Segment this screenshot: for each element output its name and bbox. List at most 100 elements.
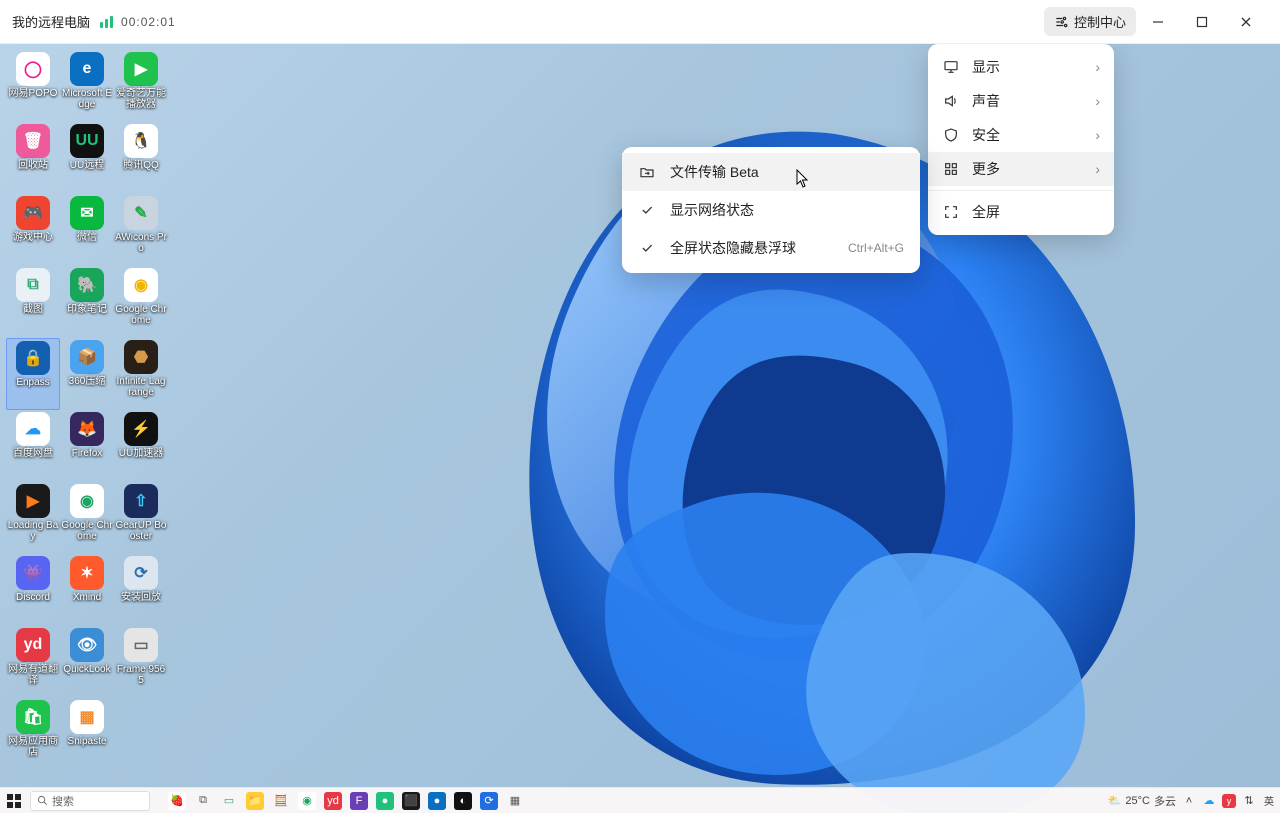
submenu-shortcut: Ctrl+Alt+G <box>848 241 904 255</box>
control-center-button[interactable]: 控制中心 <box>1044 7 1136 36</box>
desktop-icon-label: 网易应用商店 <box>7 736 59 758</box>
taskbar-app-icon[interactable]: 🧮 <box>272 792 290 810</box>
taskbar-app-icon[interactable]: ▭ <box>220 792 238 810</box>
desktop-icon[interactable]: ◉Google Chrome <box>114 266 168 338</box>
desktop-icon-label: 爱奇艺万能播放器 <box>115 88 167 110</box>
desktop-icon[interactable]: ⧉截图 <box>6 266 60 338</box>
app-icon: e <box>70 52 104 86</box>
app-icon: ▶ <box>16 484 50 518</box>
session-timer: 00:02:01 <box>121 15 176 29</box>
tray-ime-icon[interactable]: 英 <box>1262 794 1276 808</box>
taskbar-app-icon[interactable]: ⬛ <box>402 792 420 810</box>
desktop-icon-label: Infinite Lagrange <box>115 376 167 398</box>
system-tray: ⛅ 25°C 多云 ˄ ☁ y ⇅ 英 <box>1108 793 1276 809</box>
folder-transfer-icon <box>638 164 656 180</box>
app-icon: 🛍 <box>16 700 50 734</box>
chevron-right-icon: › <box>1095 93 1100 109</box>
control-menu-item[interactable]: 全屏 <box>928 195 1114 229</box>
taskbar-app-icon[interactable]: 📁 <box>246 792 264 810</box>
submenu-item[interactable]: 显示网络状态 <box>622 191 920 229</box>
control-menu-item[interactable]: 更多› <box>928 152 1114 186</box>
minimize-button[interactable] <box>1136 6 1180 38</box>
desktop-icon[interactable]: eMicrosoft Edge <box>60 50 114 122</box>
desktop-icon[interactable]: ✉微信 <box>60 194 114 266</box>
desktop-icon[interactable]: 📦360压缩 <box>60 338 114 410</box>
check-icon <box>638 241 656 255</box>
app-icon: yd <box>16 628 50 662</box>
control-menu-item[interactable]: 显示› <box>928 50 1114 84</box>
taskbar-search[interactable]: 搜索 <box>30 791 150 811</box>
maximize-button[interactable] <box>1180 6 1224 38</box>
weather-widget[interactable]: ⛅ 25°C 多云 <box>1108 793 1176 809</box>
tray-network-icon[interactable]: ⇅ <box>1242 794 1256 808</box>
control-menu-label: 全屏 <box>972 202 1000 222</box>
desktop-icon[interactable]: ▭Frame 9565 <box>114 626 168 698</box>
app-icon: ◉ <box>70 484 104 518</box>
desktop-icon[interactable]: ▶爱奇艺万能播放器 <box>114 50 168 122</box>
taskbar-app-icon[interactable]: ▦ <box>506 792 524 810</box>
control-menu-item[interactable]: 安全› <box>928 118 1114 152</box>
desktop-icon[interactable]: UUUU远程 <box>60 122 114 194</box>
taskbar-app-icon[interactable]: ⟳ <box>480 792 498 810</box>
desktop-icon[interactable]: 🐧腾讯QQ <box>114 122 168 194</box>
taskbar-app-icon[interactable]: 🍓 <box>168 792 186 810</box>
desktop-icon[interactable]: 👾Discord <box>6 554 60 626</box>
start-button[interactable] <box>4 791 24 811</box>
tray-app-icon[interactable]: y <box>1222 794 1236 808</box>
desktop-icon[interactable]: ⚡UU加速器 <box>114 410 168 482</box>
submenu-item[interactable]: 文件传输 Beta <box>622 153 920 191</box>
taskbar: 搜索 🍓 ⧉ ▭ 📁 🧮 ◉ yd F ● ⬛ ● ◐ ⟳ ▦ ⛅ 25°C 多云 ˄ ☁ y ⇅ 英 <box>0 787 1280 813</box>
desktop-icon-label: GearUP Booster <box>115 520 167 542</box>
titlebar: 我的远程电脑 00:02:01 控制中心 <box>0 0 1280 44</box>
remote-desktop[interactable]: ◯网易POPOeMicrosoft Edge▶爱奇艺万能播放器🗑回收站UUUU远… <box>0 44 1280 813</box>
tray-chevron-icon[interactable]: ˄ <box>1182 794 1196 808</box>
tray-onedrive-icon[interactable]: ☁ <box>1202 794 1216 808</box>
desktop-icon[interactable]: ◯ 网易POPO <box>6 50 60 122</box>
desktop-icon[interactable]: ☁百度网盘 <box>6 410 60 482</box>
app-icon: 🗑 <box>16 124 50 158</box>
app-icon: ▶ <box>124 52 158 86</box>
desktop-icon[interactable]: yd网易有道翻译 <box>6 626 60 698</box>
app-icon: 👾 <box>16 556 50 590</box>
app-icon: 📦 <box>70 340 104 374</box>
desktop-icon-label: 网易POPO <box>9 88 58 99</box>
close-button[interactable] <box>1224 6 1268 38</box>
app-icon: ▭ <box>124 628 158 662</box>
desktop-icon[interactable]: ◉Google Chrome <box>60 482 114 554</box>
desktop-icon[interactable]: ⟳安装回放 <box>114 554 168 626</box>
desktop-icon[interactable]: 🛍网易应用商店 <box>6 698 60 770</box>
taskbar-app-icon[interactable]: ● <box>376 792 394 810</box>
desktop-icon[interactable]: 🎮游戏中心 <box>6 194 60 266</box>
taskbar-app-icon[interactable]: F <box>350 792 368 810</box>
desktop-icon[interactable]: 🗑回收站 <box>6 122 60 194</box>
desktop-icon[interactable]: ⇧GearUP Booster <box>114 482 168 554</box>
desktop-icon[interactable]: 👁QuickLook <box>60 626 114 698</box>
desktop-icon[interactable]: ⬣Infinite Lagrange <box>114 338 168 410</box>
control-menu-label: 声音 <box>972 91 1000 111</box>
desktop-icon[interactable]: 🦊Firefox <box>60 410 114 482</box>
monitor-icon <box>942 58 960 76</box>
app-icon: 🐧 <box>124 124 158 158</box>
desktop-icon-label: Enpass <box>16 377 49 388</box>
more-submenu: 文件传输 Beta显示网络状态全屏状态隐藏悬浮球Ctrl+Alt+G <box>622 147 920 273</box>
taskbar-app-icon[interactable]: ● <box>428 792 446 810</box>
taskbar-app-icon[interactable]: ◐ <box>454 792 472 810</box>
app-icon: ◉ <box>124 268 158 302</box>
desktop-icon[interactable]: ▶Loading Bay <box>6 482 60 554</box>
taskbar-app-icon[interactable]: ⧉ <box>194 792 212 810</box>
desktop-icon[interactable]: 🔒Enpass <box>6 338 60 410</box>
desktop-icon[interactable]: ✎AWicons Pro <box>114 194 168 266</box>
desktop-icon-label: Firefox <box>72 448 103 459</box>
desktop-icon[interactable]: ▦Snipaste <box>60 698 114 770</box>
control-menu-item[interactable]: 声音 › <box>928 84 1114 118</box>
taskbar-app-icon[interactable]: ◉ <box>298 792 316 810</box>
desktop-icon-label: 微信 <box>77 232 97 243</box>
desktop-icon[interactable]: ✶Xmind <box>60 554 114 626</box>
app-icon: 🐘 <box>70 268 104 302</box>
desktop-icon[interactable]: 🐘印象笔记 <box>60 266 114 338</box>
taskbar-app-icon[interactable]: yd <box>324 792 342 810</box>
submenu-item[interactable]: 全屏状态隐藏悬浮球Ctrl+Alt+G <box>622 229 920 267</box>
app-icon: ◯ <box>16 52 50 86</box>
chevron-right-icon: › <box>1095 59 1100 75</box>
weather-icon: ⛅ <box>1108 794 1122 807</box>
